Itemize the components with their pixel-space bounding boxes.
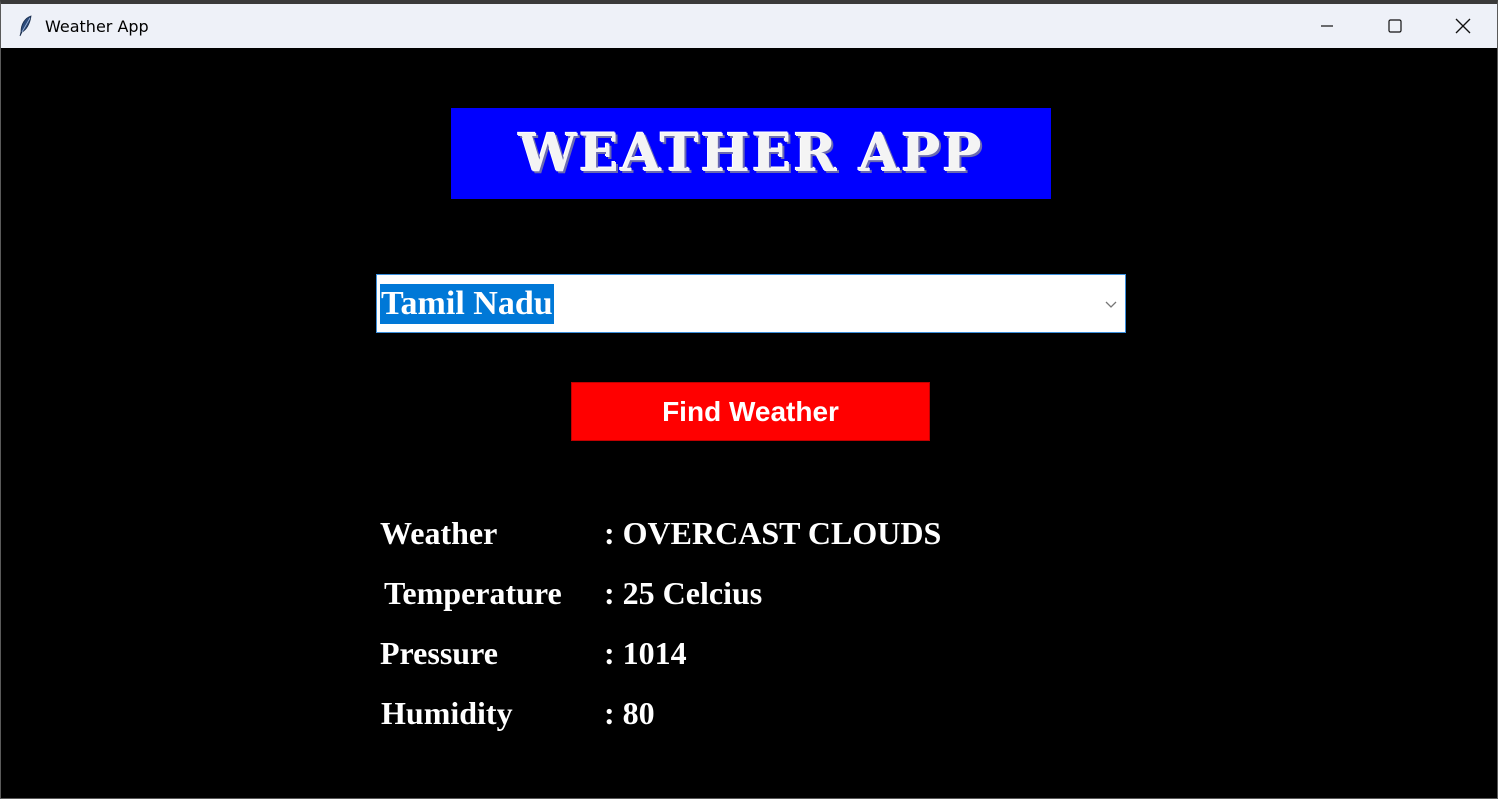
temperature-row: Temperature : 25 Celcius [384, 571, 762, 615]
chevron-down-icon[interactable] [1103, 296, 1119, 312]
humidity-label: Humidity [381, 694, 513, 731]
close-button[interactable] [1429, 4, 1497, 48]
maximize-icon [1388, 19, 1402, 33]
minimize-button[interactable] [1293, 4, 1361, 48]
location-select-value[interactable]: Tamil Nadu [380, 283, 554, 324]
weather-label: Weather [380, 514, 498, 551]
title-bar: Weather App [1, 4, 1497, 48]
pressure-label: Pressure [380, 634, 498, 671]
location-select[interactable]: Tamil Nadu [376, 274, 1126, 333]
pressure-row: Pressure : 1014 [380, 631, 687, 675]
temperature-label: Temperature [384, 574, 562, 611]
weather-value: : OVERCAST CLOUDS [604, 514, 942, 551]
pressure-value: : 1014 [604, 634, 687, 671]
app-banner: WEATHER APP [451, 108, 1051, 199]
weather-row: Weather : OVERCAST CLOUDS [380, 511, 941, 555]
close-icon [1455, 18, 1471, 34]
banner-title: WEATHER APP [518, 123, 984, 184]
feather-icon [15, 15, 37, 37]
maximize-button[interactable] [1361, 4, 1429, 48]
humidity-row: Humidity : 80 [381, 691, 655, 735]
temperature-value: : 25 Celcius [604, 574, 763, 611]
window-title: Weather App [45, 16, 149, 36]
app-window: Weather App WEATHER APP Tamil Nadu Find … [0, 0, 1498, 799]
humidity-value: : 80 [604, 694, 655, 731]
main-content: WEATHER APP Tamil Nadu Find Weather Weat… [1, 48, 1497, 798]
find-weather-button[interactable]: Find Weather [571, 382, 930, 441]
minimize-icon [1321, 25, 1333, 27]
